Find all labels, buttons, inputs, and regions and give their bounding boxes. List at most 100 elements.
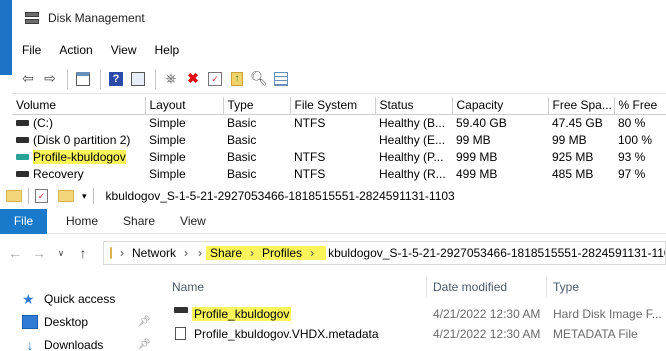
connect-disk-icon[interactable]: ⎈ [161,69,181,89]
table-row[interactable]: (Disk 0 partition 2) Simple Basic Health… [12,131,666,148]
disk-management-window: Disk Management File Action View Help ⇦ … [0,0,666,183]
pin-icon[interactable]: 📌︎ [138,339,151,350]
table-row[interactable]: Profile-kbuldogov Simple Basic NTFS Heal… [12,148,666,165]
col-layout[interactable]: Layout [145,97,224,115]
nav-quick-access[interactable]: ★ Quick access [22,292,115,306]
list-item[interactable]: Profile_kbuldogov.VHDX.metadata 4/21/202… [160,324,666,344]
menu-bar: File Action View Help [18,43,193,63]
nav-downloads[interactable]: ↓ Downloads [22,337,104,351]
back-arrow-icon[interactable]: ⇦ [18,69,38,89]
vhd-file-icon [174,307,188,313]
file-name: Profile_kbuldogov.VHDX.metadata [194,327,379,341]
pin-icon[interactable]: 📌︎ [138,316,151,327]
back-icon[interactable]: ← [6,245,24,261]
file-date: 4/21/2022 12:30 AM [433,307,541,321]
volume-icon [16,170,29,177]
list-item[interactable]: Profile_kbuldogov 4/21/2022 12:30 AM Har… [160,304,666,324]
downloads-icon: ↓ [26,337,34,351]
free-cell: 99 MB [552,132,587,147]
layout-cell: Simple [149,132,186,147]
pct-cell: 80 % [618,115,646,130]
status-cell: Healthy (B... [379,115,446,130]
status-cell: Healthy (E... [379,132,446,147]
new-folder-icon[interactable] [58,190,74,202]
layout-cell: Simple [149,149,186,164]
delete-icon[interactable]: ✖ [183,69,203,89]
recent-chevron-icon[interactable]: ∨ [52,248,70,259]
console-tree-icon[interactable] [73,69,93,89]
folder-icon [110,247,112,259]
background-window-edge [0,0,12,75]
folder-icon [6,190,22,202]
navigation-pane: ★ Quick access Desktop 📌︎ ↓ Downloads 📌︎ [0,278,160,351]
volume-name: Profile-kbuldogov [33,149,126,164]
window-title-path: kbuldogov_S-1-5-21-2927053466-1818515551… [105,189,455,203]
file-type: Hard Disk Image F... [553,307,662,321]
col-capacity[interactable]: Capacity [452,97,549,115]
type-cell: Basic [227,166,257,181]
volume-name: (Disk 0 partition 2) [33,132,131,147]
forward-arrow-icon[interactable]: ⇨ [40,69,60,89]
check-icon[interactable]: ✓ [205,69,225,89]
col-file-system[interactable]: File System [290,97,376,115]
volume-icon [16,153,29,160]
up-icon[interactable]: ↑ [74,245,92,261]
properties-check-icon[interactable]: ✓ [35,189,48,203]
capacity-cell: 999 MB [456,149,498,164]
upload-icon[interactable]: ↑ [227,69,247,89]
menu-file[interactable]: File [22,43,41,63]
type-cell: Basic [227,132,257,147]
col-type[interactable]: Type [547,277,666,297]
col-status[interactable]: Status [375,97,453,115]
search-icon[interactable]: 🔍︎ [249,69,269,89]
menu-view[interactable]: View [111,43,137,63]
nav-desktop[interactable]: Desktop [22,315,88,329]
menu-help[interactable]: Help [155,43,180,63]
volume-name: Recovery [33,166,84,181]
nav-label: Desktop [44,315,89,329]
chevron-down-icon[interactable]: ▾ [82,191,87,202]
fs-cell: NTFS [294,149,326,164]
free-cell: 47.45 GB [552,115,603,130]
tab-home[interactable]: Home [66,214,98,228]
layout-cell: Simple [149,166,186,181]
status-cell: Healthy (P... [379,149,444,164]
breadcrumb-profiles[interactable]: Profiles [262,246,302,260]
pct-cell: 97 % [618,166,646,181]
quick-access-toolbar: ✓ ▾ kbuldogov_S-1-5-21-2927053466-181851… [0,183,666,209]
properties-icon[interactable] [128,69,148,89]
help-icon[interactable]: ? [106,69,126,89]
table-header: Volume Layout Type File System Status Ca… [12,97,666,115]
volume-icon [16,136,29,143]
col-name[interactable]: Name [166,277,427,297]
address-row: ← → ∨ ↑ › Network › › Share › Profiles ›… [0,239,666,267]
col-volume[interactable]: Volume [12,97,146,115]
forward-icon[interactable]: → [30,245,48,261]
free-cell: 925 MB [552,149,594,164]
capacity-cell: 99 MB [456,132,491,147]
address-bar[interactable]: › Network › › Share › Profiles › kbuldog… [103,241,666,265]
volume-table: Volume Layout Type File System Status Ca… [12,97,666,182]
breadcrumb-network[interactable]: Network [132,246,176,260]
table-row[interactable]: Recovery Simple Basic NTFS Healthy (R...… [12,165,666,182]
tab-file[interactable]: File [0,208,47,234]
capacity-cell: 59.40 GB [456,115,507,130]
breadcrumb-folder[interactable]: kbuldogov_S-1-5-21-2927053466-1818515551… [328,246,665,260]
window-title: Disk Management [48,11,145,25]
desktop-icon [22,315,38,329]
col-date-modified[interactable]: Date modified [427,277,547,297]
file-list: Name Date modified Type Profile_kbuldogo… [160,273,666,351]
breadcrumb-share[interactable]: Share [210,246,242,260]
menu-action[interactable]: Action [59,43,92,63]
col-percent-free[interactable]: % Free [614,97,666,115]
file-explorer-window: ✓ ▾ kbuldogov_S-1-5-21-2927053466-181851… [0,183,666,351]
fs-cell: NTFS [294,166,326,181]
type-cell: Basic [227,115,257,130]
nav-label: Downloads [44,338,104,351]
list-icon[interactable] [271,69,291,89]
col-type[interactable]: Type [223,97,291,115]
table-row[interactable]: (C:) Simple Basic NTFS Healthy (B... 59.… [12,114,666,131]
tab-view[interactable]: View [180,214,206,228]
tab-share[interactable]: Share [123,214,155,228]
col-free-space[interactable]: Free Spa... [548,97,615,115]
